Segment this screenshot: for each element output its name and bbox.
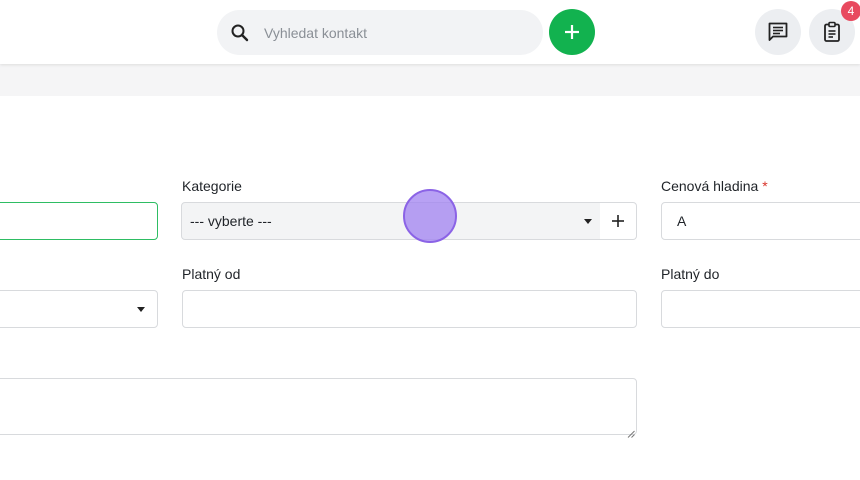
platny-do-label: Platný do xyxy=(661,266,720,282)
notification-badge: 4 xyxy=(841,1,860,21)
platny-od-label: Platný od xyxy=(182,266,241,282)
kategorie-value: --- vyberte --- xyxy=(190,213,272,229)
add-contact-button[interactable] xyxy=(549,9,595,55)
search-input[interactable] xyxy=(262,23,526,42)
cenova-hladina-label: Cenová hladina * xyxy=(661,178,768,194)
top-bar: 4 xyxy=(0,0,860,64)
required-mark: * xyxy=(762,178,768,194)
clipboard-icon xyxy=(821,21,843,43)
platny-do-field[interactable] xyxy=(661,290,860,328)
caret-down-icon xyxy=(137,307,145,312)
plus-icon xyxy=(611,214,625,228)
search-icon xyxy=(230,23,250,43)
contact-search[interactable] xyxy=(217,10,543,55)
caret-down-icon xyxy=(584,219,592,224)
toolbar-strip xyxy=(0,64,860,96)
kategorie-label: Kategorie xyxy=(182,178,242,194)
name-field[interactable] xyxy=(0,202,158,240)
left-select[interactable] xyxy=(0,290,158,328)
cenova-hladina-value: A xyxy=(677,213,687,229)
kategorie-select[interactable]: --- vyberte --- xyxy=(181,202,601,240)
plus-icon xyxy=(563,23,581,41)
cenova-hladina-field[interactable]: A xyxy=(661,202,860,240)
resize-handle-icon[interactable] xyxy=(627,425,635,438)
add-category-button[interactable] xyxy=(600,202,637,240)
messages-button[interactable] xyxy=(755,9,801,55)
note-textarea[interactable] xyxy=(0,378,637,438)
chat-icon xyxy=(767,21,789,43)
platny-od-field[interactable] xyxy=(182,290,637,328)
